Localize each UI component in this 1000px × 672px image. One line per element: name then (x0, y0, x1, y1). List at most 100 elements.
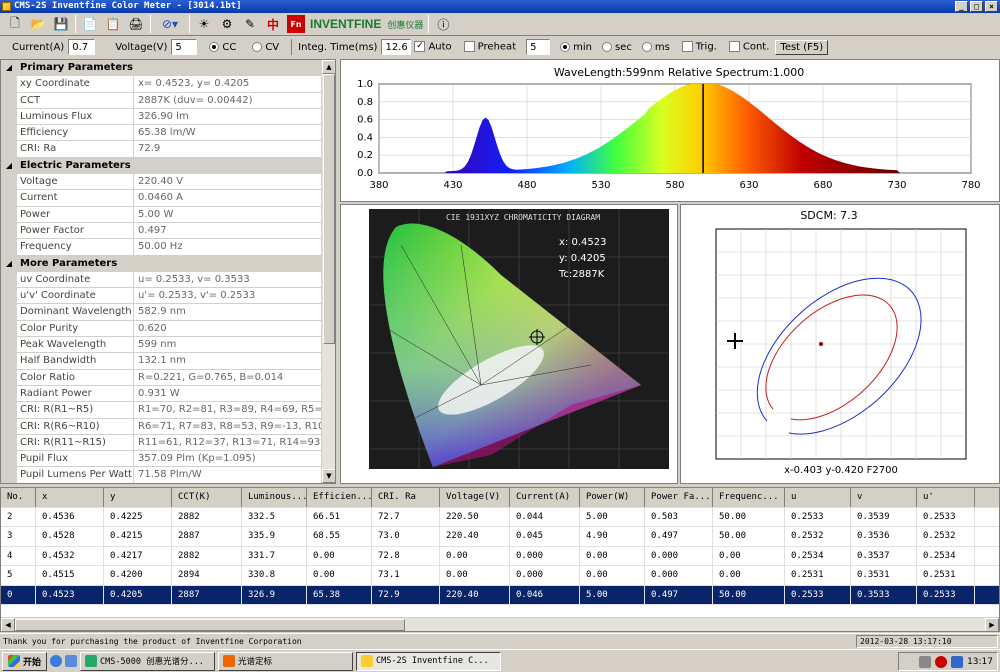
taskbar-item-calibration[interactable]: 光谱定标 (218, 651, 354, 671)
auto-label: Auto (428, 41, 452, 53)
column-header[interactable]: Power Fa... (645, 488, 713, 507)
maximize-button[interactable]: □ (970, 1, 983, 12)
column-header[interactable]: CCT(K) (172, 488, 242, 507)
chart-type-icon[interactable]: ⊘▾ (156, 15, 184, 33)
collapse-icon[interactable]: ◢ (1, 60, 17, 76)
table-cell: 0.3537 (851, 546, 917, 565)
function-icon[interactable]: Fn (287, 15, 305, 33)
column-header[interactable]: x (36, 488, 104, 507)
table-horizontal-scrollbar[interactable]: ◀ ▶ (1, 617, 999, 631)
column-header[interactable]: Efficien... (307, 488, 372, 507)
property-name: Frequency (17, 239, 134, 255)
property-row: Efficiency 65.38 lm/W (1, 125, 335, 142)
table-row[interactable]: 5 0.4515 0.4200 2894 330.8 0.00 73.1 0.00 0.000 0… (1, 566, 999, 586)
scrollbar-thumb[interactable] (323, 74, 335, 344)
new-file-icon[interactable]: 🗋 (6, 15, 24, 33)
save-icon[interactable]: 💾 (52, 15, 70, 33)
row-gutter (1, 222, 17, 239)
table-cell: 331.7 (242, 546, 307, 565)
export-icon[interactable]: 📋 (104, 15, 122, 33)
column-header[interactable]: Luminous... (242, 488, 307, 507)
lamp-icon[interactable]: ☀ (195, 15, 213, 33)
voltage-input[interactable] (171, 39, 198, 55)
auto-checkbox[interactable]: ✓ Auto (414, 41, 452, 53)
current-input[interactable] (68, 39, 96, 55)
preheat-checkbox[interactable]: Preheat (463, 41, 516, 53)
scroll-left-arrow[interactable]: ◀ (1, 618, 15, 631)
column-header[interactable]: Voltage(V) (440, 488, 510, 507)
scroll-right-arrow[interactable]: ▶ (985, 618, 999, 631)
cv-radio[interactable]: CV (252, 41, 280, 53)
ms-radio[interactable]: ms (641, 41, 670, 53)
property-row: CCT 2887K (duv= 0.00442) (1, 92, 335, 109)
report-icon[interactable]: 📄 (81, 15, 99, 33)
taskbar-item-cms5000[interactable]: CMS-5000 创惠光谱分... (80, 651, 216, 671)
open-folder-icon[interactable]: 📂 (29, 15, 47, 33)
table-cell: 0.000 (645, 566, 713, 585)
column-header[interactable]: u' (917, 488, 975, 507)
scroll-down-arrow[interactable]: ▼ (322, 469, 335, 483)
trig-checkbox[interactable]: Trig. (681, 41, 717, 53)
window-title: CMS-2S Inventfine Color Meter - [3014.1b… (14, 1, 242, 11)
property-row: Color Ratio R=0.221, G=0.765, B=0.014 (1, 369, 335, 386)
column-header[interactable]: v (851, 488, 917, 507)
column-header[interactable]: u (785, 488, 851, 507)
property-row: Current 0.0460 A (1, 190, 335, 207)
table-cell: 0.044 (510, 507, 580, 526)
column-header[interactable]: Power(W) (580, 488, 645, 507)
scrollbar-thumb[interactable] (15, 619, 405, 631)
column-header[interactable]: Current(A) (510, 488, 580, 507)
table-cell: 0.2533 (917, 585, 975, 604)
table-cell: 0.4536 (36, 507, 104, 526)
property-group-header[interactable]: ◢ More Parameters (1, 255, 335, 272)
table-row[interactable]: 2 0.4536 0.4225 2882 332.5 66.51 72.7 220.50 0.0… (1, 507, 999, 527)
property-row: xy Coordinate x= 0.4523, y= 0.4205 (1, 76, 335, 93)
about-icon[interactable]: ⓘ (434, 15, 452, 33)
table-cell: 72.8 (372, 546, 440, 565)
column-header[interactable]: CRI. Ra (372, 488, 440, 507)
table-cell: 0.4515 (36, 566, 104, 585)
column-header[interactable]: Frequenc... (713, 488, 785, 507)
test-button[interactable]: Test (F5) (775, 39, 829, 55)
chinese-language-icon[interactable]: 中 (264, 15, 282, 33)
cont-checkbox[interactable]: Cont. (728, 41, 769, 53)
collapse-icon[interactable]: ◢ (1, 255, 17, 271)
sec-radio[interactable]: sec (601, 41, 632, 53)
start-button[interactable]: 开始 (2, 651, 48, 671)
column-header[interactable]: No. (1, 488, 36, 507)
property-group-header[interactable]: ◢ Electric Parameters (1, 157, 335, 175)
table-row[interactable]: 3 0.4528 0.4215 2887 335.9 68.55 73.0 220.40 0.0… (1, 527, 999, 547)
properties-list: ◢ Primary Parameters xy Coordinate x= 0.452… (1, 60, 335, 483)
cc-radio[interactable]: CC (209, 41, 236, 53)
table-row[interactable]: 0 0.4523 0.4205 2887 326.9 65.38 72.9 220.40 0.0… (1, 585, 999, 605)
print-icon[interactable]: 🖨 (127, 15, 145, 33)
table-cell: 73.1 (372, 566, 440, 585)
scroll-up-arrow[interactable]: ▲ (322, 60, 335, 74)
table-row[interactable]: 4 0.4532 0.4217 2882 331.7 0.00 72.8 0.00 0.000 0… (1, 546, 999, 566)
property-name: CRI: Ra (17, 141, 134, 157)
properties-scrollbar[interactable]: ▲ ▼ (321, 60, 335, 483)
preheat-input[interactable] (526, 39, 551, 55)
column-header[interactable]: y (104, 488, 172, 507)
settings-icon[interactable]: ⚙ (218, 15, 236, 33)
cv-label: CV (265, 41, 280, 53)
windows-logo-icon (8, 655, 20, 667)
min-radio[interactable]: min (560, 41, 592, 53)
table-cell: 0.00 (713, 546, 785, 565)
spectrum-title: WaveLength:599nm Relative Spectrum:1.000 (554, 66, 804, 79)
network-icon[interactable] (951, 655, 964, 668)
quicklaunch-icon[interactable] (65, 655, 78, 667)
minimize-button[interactable]: _ (955, 1, 968, 12)
taskbar-item-cms2s[interactable]: CMS-2S Inventfine C... (356, 651, 502, 671)
alert-icon[interactable] (935, 655, 948, 668)
start-label: 开始 (23, 657, 42, 668)
row-gutter (1, 369, 17, 385)
pen-icon[interactable]: ✎ (241, 15, 259, 33)
ms-radio-circle (641, 41, 652, 52)
keyboard-icon[interactable] (919, 655, 932, 668)
property-group-header[interactable]: ◢ Primary Parameters (1, 60, 335, 77)
close-button[interactable]: × (985, 1, 998, 12)
ie-quicklaunch-icon[interactable] (50, 655, 63, 667)
integ-time-input[interactable] (381, 39, 412, 55)
collapse-icon[interactable]: ◢ (1, 157, 17, 174)
